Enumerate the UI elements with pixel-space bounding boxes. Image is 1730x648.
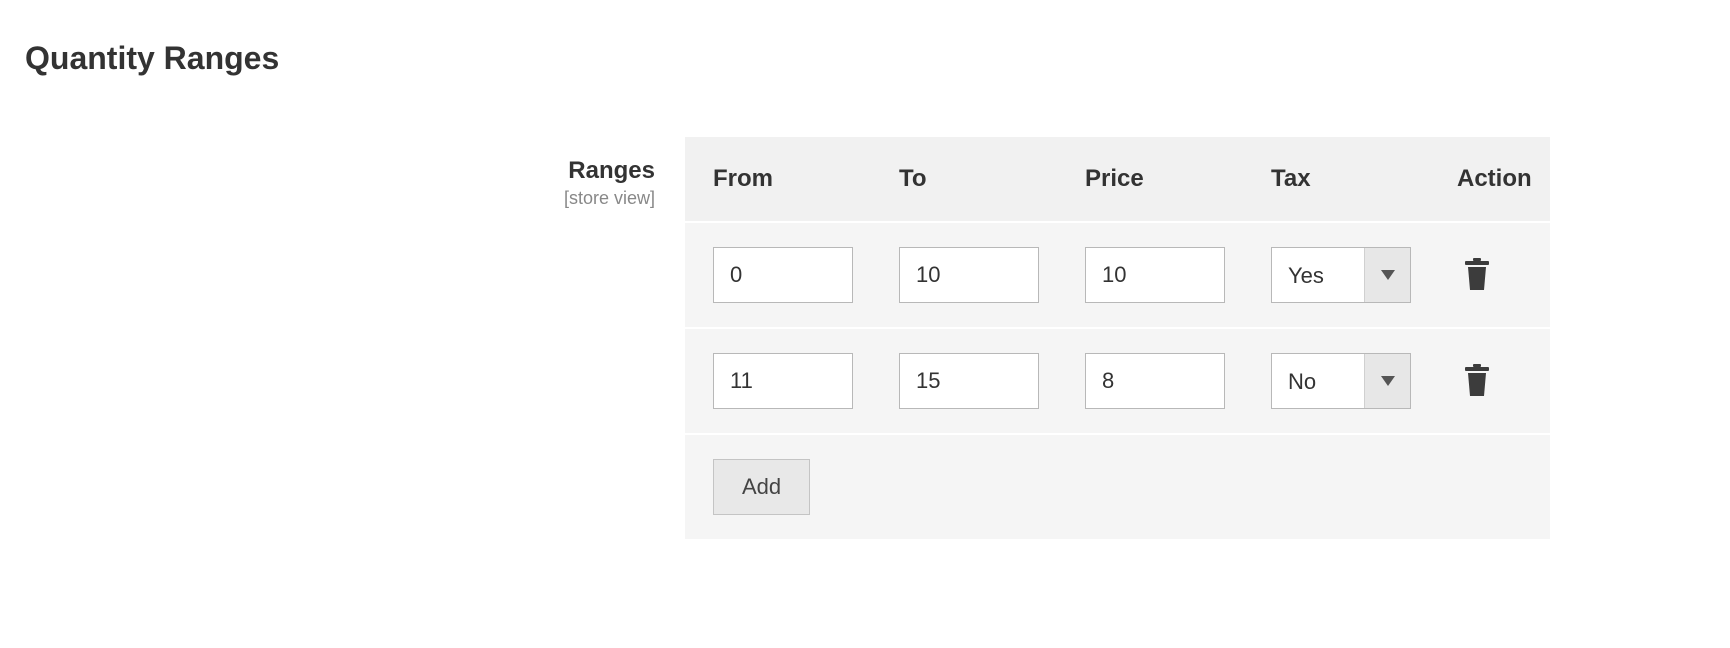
column-header-price: Price <box>1057 137 1243 223</box>
from-input[interactable] <box>713 247 853 303</box>
delete-row-button[interactable] <box>1457 361 1497 401</box>
field-scope: [store view] <box>25 188 655 209</box>
to-input[interactable] <box>899 247 1039 303</box>
field-label-column: Ranges [store view] <box>25 137 685 209</box>
section-title: Quantity Ranges <box>25 40 1705 77</box>
tax-select[interactable]: YesNo <box>1271 353 1411 409</box>
column-header-from: From <box>685 137 871 223</box>
to-input[interactable] <box>899 353 1039 409</box>
price-input[interactable] <box>1085 247 1225 303</box>
trash-icon <box>1463 364 1491 399</box>
ranges-table: From To Price Tax Action YesNo <box>685 137 1550 539</box>
price-input[interactable] <box>1085 353 1225 409</box>
trash-icon <box>1463 258 1491 293</box>
add-button[interactable]: Add <box>713 459 810 515</box>
column-header-action: Action <box>1429 137 1550 223</box>
delete-row-button[interactable] <box>1457 255 1497 295</box>
from-input[interactable] <box>713 353 853 409</box>
table-header-row: From To Price Tax Action <box>685 137 1550 223</box>
column-header-tax: Tax <box>1243 137 1429 223</box>
tax-select[interactable]: YesNo <box>1271 247 1411 303</box>
table-row: YesNo <box>685 223 1550 329</box>
column-header-to: To <box>871 137 1057 223</box>
table-row: YesNo <box>685 329 1550 435</box>
field-label: Ranges <box>25 157 655 186</box>
